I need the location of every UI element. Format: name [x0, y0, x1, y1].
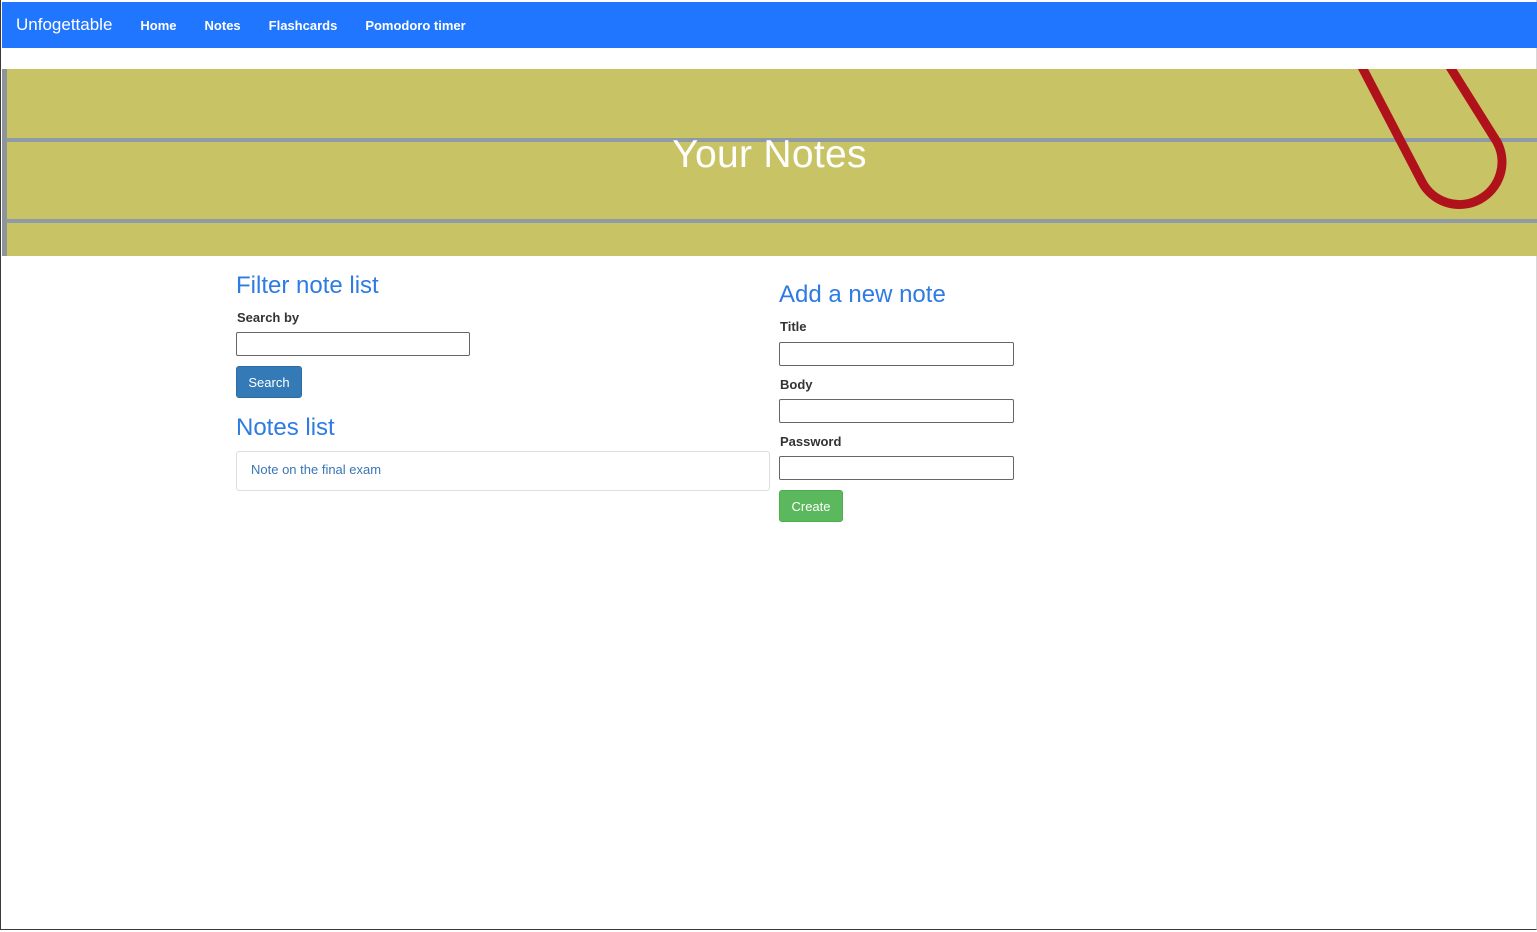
top-navbar: Unfogettable Home Notes Flashcards Pomod… [2, 2, 1537, 48]
filter-heading: Filter note list [236, 272, 379, 299]
nav-link-pomodoro-timer[interactable]: Pomodoro timer [351, 18, 479, 33]
nav-link-home[interactable]: Home [126, 18, 190, 33]
password-input[interactable] [779, 456, 1014, 480]
nav-link-flashcards[interactable]: Flashcards [255, 18, 352, 33]
title-label: Title [780, 319, 807, 334]
new-note-heading: Add a new note [779, 281, 946, 308]
create-button-label: Create [791, 498, 831, 514]
page-title: Your Notes [672, 133, 867, 176]
body-label: Body [780, 377, 813, 392]
notes-list: Note on the final exam [236, 451, 770, 491]
search-button-label: Search [248, 374, 290, 390]
body-input[interactable] [779, 399, 1014, 423]
note-list-item[interactable]: Note on the final exam [251, 462, 381, 477]
nav-link-notes[interactable]: Notes [191, 18, 255, 33]
search-button[interactable]: Search [236, 366, 302, 398]
title-input[interactable] [779, 342, 1014, 366]
banner-ruled-line [6, 219, 1537, 223]
search-by-label: Search by [237, 310, 300, 325]
notes-list-heading: Notes list [236, 414, 335, 441]
brand-link[interactable]: Unfogettable [16, 15, 112, 35]
page-banner: Your Notes [2, 69, 1537, 256]
password-label: Password [780, 434, 842, 449]
search-input[interactable] [236, 332, 470, 356]
create-button[interactable]: Create [779, 490, 843, 522]
